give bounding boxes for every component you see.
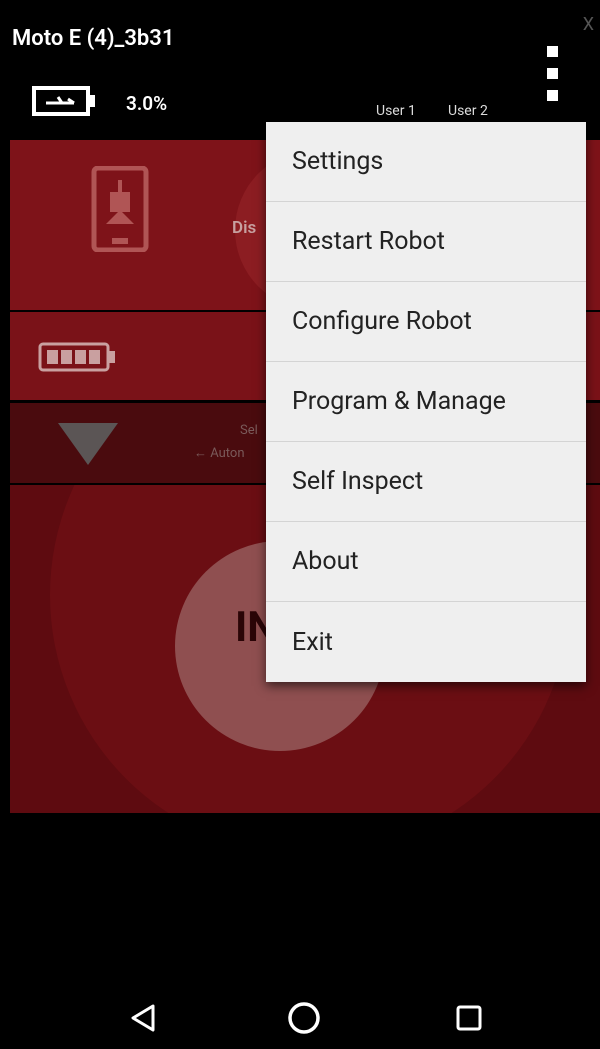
op-mode-label: Sel — [240, 423, 258, 438]
device-name: Moto E (4)_3b31 — [12, 26, 175, 51]
autonomous-label: ← Auton — [194, 446, 245, 461]
home-circle-icon[interactable] — [287, 1001, 321, 1035]
menu-item-about[interactable]: About — [266, 522, 586, 602]
overflow-menu-icon[interactable] — [545, 46, 561, 102]
menu-item-restart-robot[interactable]: Restart Robot — [266, 202, 586, 282]
tab-user-1[interactable]: User 1 — [376, 103, 416, 119]
menu-item-program-manage[interactable]: Program & Manage — [266, 362, 586, 442]
dropdown-triangle-icon[interactable] — [58, 423, 118, 465]
tab-user-2[interactable]: User 2 — [448, 103, 488, 119]
charging-battery-icon — [32, 86, 95, 116]
connection-button-label: Dis — [232, 218, 257, 238]
robot-phone-icon — [91, 166, 149, 252]
close-icon[interactable]: X — [583, 14, 594, 35]
screen: Moto E (4)_3b31 X 3.0% User 1 User 2 Dis — [0, 0, 600, 1049]
menu-item-settings[interactable]: Settings — [266, 122, 586, 202]
overflow-menu: Settings Restart Robot Configure Robot P… — [266, 122, 586, 682]
menu-item-self-inspect[interactable]: Self Inspect — [266, 442, 586, 522]
battery-percent: 3.0% — [126, 92, 168, 115]
robot-battery-icon — [38, 342, 115, 372]
back-triangle-icon[interactable] — [130, 1003, 156, 1033]
menu-item-configure-robot[interactable]: Configure Robot — [266, 282, 586, 362]
recents-square-icon[interactable] — [456, 1005, 482, 1031]
menu-item-exit[interactable]: Exit — [266, 602, 586, 682]
